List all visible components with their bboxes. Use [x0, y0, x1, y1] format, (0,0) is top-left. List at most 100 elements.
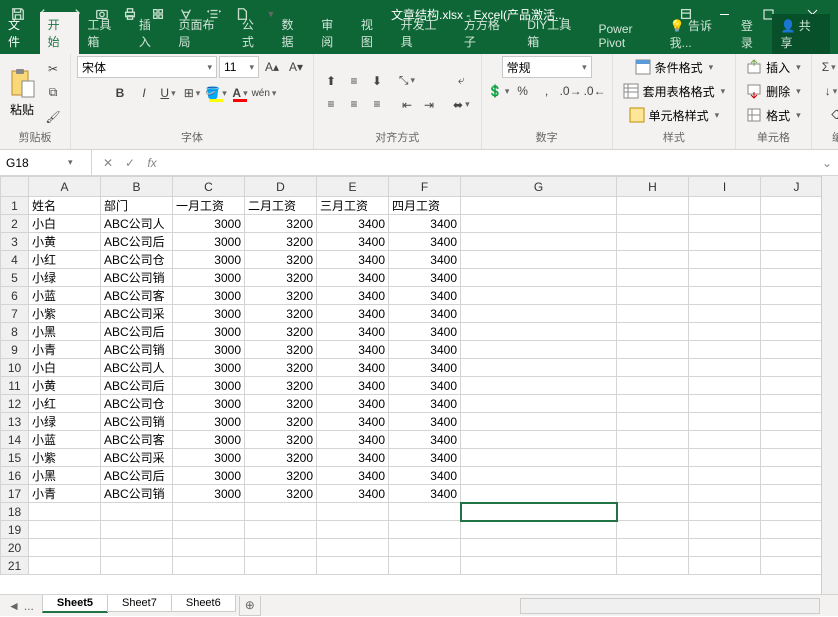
- row-header-2[interactable]: 2: [1, 215, 29, 233]
- cell-I2[interactable]: [689, 215, 761, 233]
- grow-font-button[interactable]: A▴: [261, 56, 283, 78]
- cell-I13[interactable]: [689, 413, 761, 431]
- cell-D3[interactable]: 3200: [245, 233, 317, 251]
- cell-A9[interactable]: 小青: [29, 341, 101, 359]
- cell-E6[interactable]: 3400: [317, 287, 389, 305]
- cell-H8[interactable]: [617, 323, 689, 341]
- insert-cells-button[interactable]: 插入▾: [742, 56, 805, 78]
- cell-C10[interactable]: 3000: [173, 359, 245, 377]
- cell-E15[interactable]: 3400: [317, 449, 389, 467]
- cell-G11[interactable]: [461, 377, 617, 395]
- cell-G16[interactable]: [461, 467, 617, 485]
- fill-color-button[interactable]: 🪣▾: [205, 82, 227, 104]
- cell-H11[interactable]: [617, 377, 689, 395]
- align-left-button[interactable]: ≡: [320, 93, 342, 115]
- cell-B13[interactable]: ABC公司销: [101, 413, 173, 431]
- cell-H5[interactable]: [617, 269, 689, 287]
- cell-E11[interactable]: 3400: [317, 377, 389, 395]
- cell-H14[interactable]: [617, 431, 689, 449]
- horizontal-scrollbar[interactable]: [520, 598, 820, 614]
- cell-C8[interactable]: 3000: [173, 323, 245, 341]
- cell-D4[interactable]: 3200: [245, 251, 317, 269]
- cell-B5[interactable]: ABC公司销: [101, 269, 173, 287]
- autosum-button[interactable]: Σ▾: [818, 56, 838, 78]
- cell-H3[interactable]: [617, 233, 689, 251]
- cell-A18[interactable]: [29, 503, 101, 521]
- cell-H9[interactable]: [617, 341, 689, 359]
- cell-F19[interactable]: [389, 521, 461, 539]
- cell-H6[interactable]: [617, 287, 689, 305]
- cell-G9[interactable]: [461, 341, 617, 359]
- paste-button[interactable]: 粘贴: [6, 67, 38, 118]
- cell-H7[interactable]: [617, 305, 689, 323]
- cell-G20[interactable]: [461, 539, 617, 557]
- cell-F7[interactable]: 3400: [389, 305, 461, 323]
- sheet-nav-first[interactable]: ◄: [8, 599, 20, 613]
- merge-button[interactable]: ⬌▾: [448, 94, 475, 116]
- cell-C1[interactable]: 一月工资: [173, 197, 245, 215]
- cell-E7[interactable]: 3400: [317, 305, 389, 323]
- row-header-13[interactable]: 13: [1, 413, 29, 431]
- tab-toolbox[interactable]: 工具箱: [79, 12, 131, 54]
- cancel-formula-button[interactable]: ✕: [98, 153, 118, 173]
- cell-style-button[interactable]: 单元格样式▾: [625, 104, 724, 126]
- row-header-16[interactable]: 16: [1, 467, 29, 485]
- cell-C19[interactable]: [173, 521, 245, 539]
- cell-A5[interactable]: 小绿: [29, 269, 101, 287]
- row-header-1[interactable]: 1: [1, 197, 29, 215]
- comma-button[interactable]: ,: [536, 80, 558, 102]
- row-header-11[interactable]: 11: [1, 377, 29, 395]
- cell-I5[interactable]: [689, 269, 761, 287]
- tab-insert[interactable]: 插入: [131, 12, 171, 54]
- row-header-21[interactable]: 21: [1, 557, 29, 575]
- italic-button[interactable]: I: [133, 82, 155, 104]
- font-name-combo[interactable]: 宋体▾: [77, 56, 217, 78]
- cell-B8[interactable]: ABC公司后: [101, 323, 173, 341]
- cell-A3[interactable]: 小黄: [29, 233, 101, 251]
- cell-C21[interactable]: [173, 557, 245, 575]
- cell-F1[interactable]: 四月工资: [389, 197, 461, 215]
- cell-B16[interactable]: ABC公司后: [101, 467, 173, 485]
- cell-C4[interactable]: 3000: [173, 251, 245, 269]
- cell-E5[interactable]: 3400: [317, 269, 389, 287]
- row-header-18[interactable]: 18: [1, 503, 29, 521]
- cell-H21[interactable]: [617, 557, 689, 575]
- cell-H12[interactable]: [617, 395, 689, 413]
- cell-A11[interactable]: 小黄: [29, 377, 101, 395]
- cell-F4[interactable]: 3400: [389, 251, 461, 269]
- cell-D2[interactable]: 3200: [245, 215, 317, 233]
- cell-G19[interactable]: [461, 521, 617, 539]
- format-painter-button[interactable]: 🖌: [42, 106, 64, 128]
- cell-B12[interactable]: ABC公司仓: [101, 395, 173, 413]
- cell-H18[interactable]: [617, 503, 689, 521]
- row-header-19[interactable]: 19: [1, 521, 29, 539]
- row-header-10[interactable]: 10: [1, 359, 29, 377]
- cell-D18[interactable]: [245, 503, 317, 521]
- cell-B7[interactable]: ABC公司采: [101, 305, 173, 323]
- cell-I10[interactable]: [689, 359, 761, 377]
- cell-C13[interactable]: 3000: [173, 413, 245, 431]
- cell-F18[interactable]: [389, 503, 461, 521]
- tell-me[interactable]: 💡 告诉我...: [670, 17, 733, 51]
- cell-D19[interactable]: [245, 521, 317, 539]
- cell-C16[interactable]: 3000: [173, 467, 245, 485]
- cell-B1[interactable]: 部门: [101, 197, 173, 215]
- cell-D17[interactable]: 3200: [245, 485, 317, 503]
- cell-B18[interactable]: [101, 503, 173, 521]
- delete-cells-button[interactable]: 删除▾: [742, 80, 805, 102]
- sheet-tab-Sheet7[interactable]: Sheet7: [107, 595, 172, 612]
- cell-E21[interactable]: [317, 557, 389, 575]
- tab-home[interactable]: 开始: [40, 12, 80, 54]
- cell-I17[interactable]: [689, 485, 761, 503]
- cell-A6[interactable]: 小蓝: [29, 287, 101, 305]
- column-header-G[interactable]: G: [461, 177, 617, 197]
- name-box[interactable]: ▾: [0, 150, 92, 175]
- cell-F5[interactable]: 3400: [389, 269, 461, 287]
- cell-G5[interactable]: [461, 269, 617, 287]
- tab-view[interactable]: 视图: [353, 12, 393, 54]
- cell-F12[interactable]: 3400: [389, 395, 461, 413]
- cell-D16[interactable]: 3200: [245, 467, 317, 485]
- cell-E1[interactable]: 三月工资: [317, 197, 389, 215]
- column-header-E[interactable]: E: [317, 177, 389, 197]
- cell-F16[interactable]: 3400: [389, 467, 461, 485]
